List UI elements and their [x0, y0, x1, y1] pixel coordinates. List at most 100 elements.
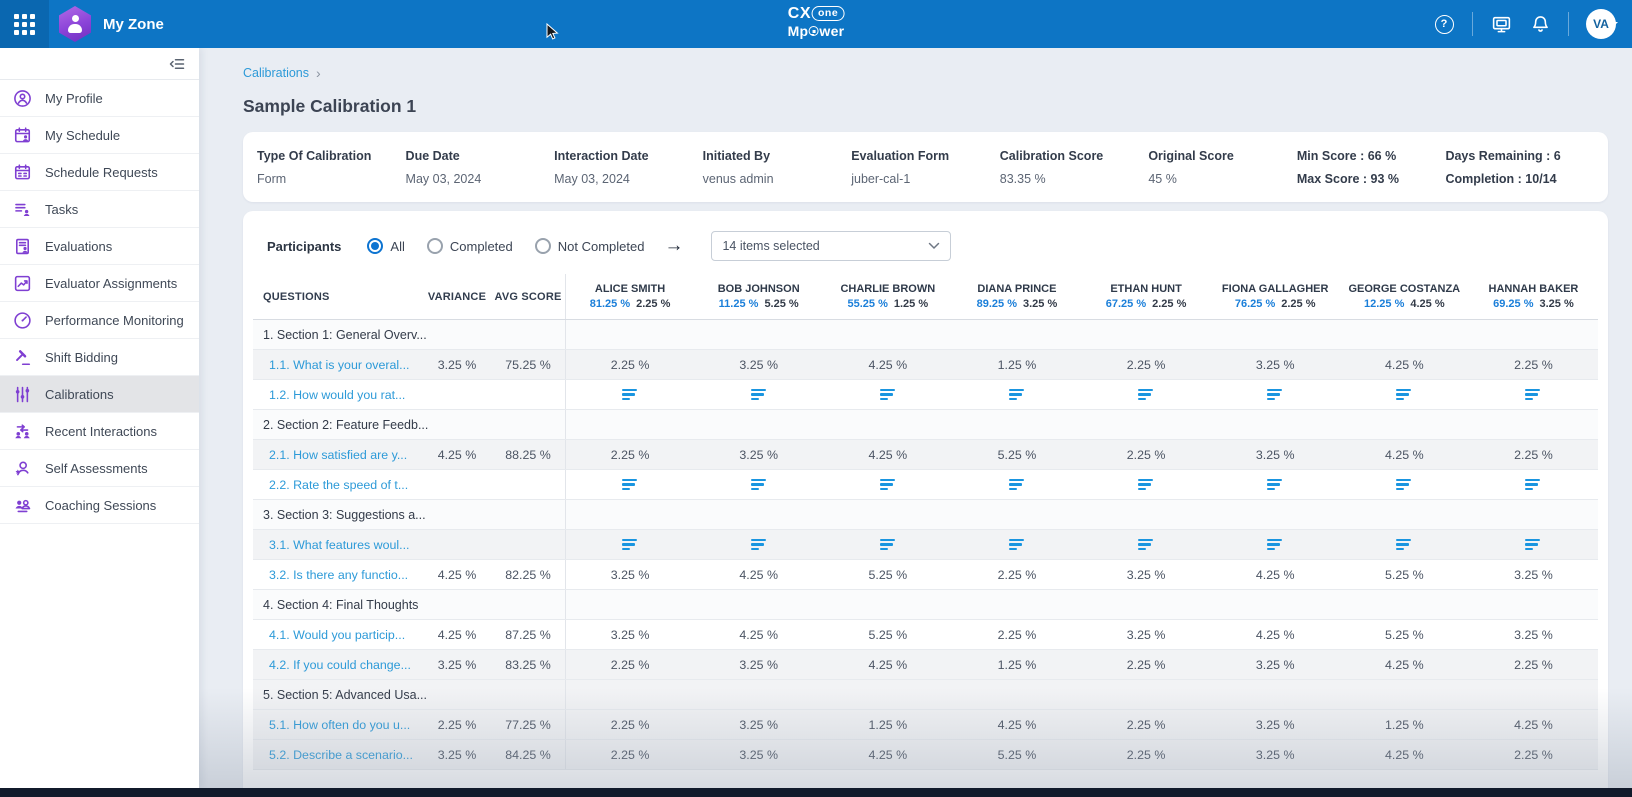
- question-link[interactable]: 2.2. Rate the speed of t...: [253, 470, 423, 499]
- participant-header-alice-smith[interactable]: ALICE SMITH81.25 %2.25 %: [565, 274, 694, 319]
- radio-not-completed[interactable]: Not Completed: [535, 238, 645, 254]
- sidebar-item-coaching-sessions[interactable]: Coaching Sessions: [0, 487, 199, 524]
- text-response-cell[interactable]: [1211, 530, 1340, 559]
- text-response-cell[interactable]: [694, 530, 823, 559]
- question-link[interactable]: 2.1. How satisfied are y...: [253, 440, 423, 469]
- multiselect-value: 14 items selected: [722, 239, 928, 253]
- sidebar-item-self-assessments[interactable]: Self Assessments: [0, 450, 199, 487]
- text-response-cell[interactable]: [1340, 470, 1469, 499]
- text-response-cell[interactable]: [1469, 380, 1598, 409]
- text-response-icon[interactable]: [751, 539, 767, 551]
- text-response-cell[interactable]: [823, 380, 952, 409]
- screen-share-icon[interactable]: [1490, 13, 1512, 35]
- app-launcher-grid-icon[interactable]: [0, 0, 49, 48]
- text-response-cell[interactable]: [952, 380, 1081, 409]
- text-response-icon[interactable]: [1396, 539, 1412, 551]
- score-cell: 4.25 %: [1340, 740, 1469, 769]
- summary-field-evaluation-form: Evaluation Formjuber-cal-1: [851, 149, 1000, 186]
- help-icon[interactable]: ?: [1433, 13, 1455, 35]
- score-cell: 3.25 %: [565, 560, 694, 589]
- text-response-cell[interactable]: [952, 470, 1081, 499]
- text-response-icon[interactable]: [1267, 389, 1283, 401]
- text-response-icon[interactable]: [1009, 389, 1025, 401]
- sidebar-item-calibrations[interactable]: Calibrations: [0, 376, 199, 413]
- summary-field-value: 45 %: [1148, 172, 1297, 186]
- participant-header-charlie-brown[interactable]: CHARLIE BROWN55.25 %1.25 %: [823, 274, 952, 319]
- question-link[interactable]: 4.1. Would you particip...: [253, 620, 423, 649]
- text-response-cell[interactable]: [823, 470, 952, 499]
- text-response-icon[interactable]: [880, 389, 896, 401]
- text-response-cell[interactable]: [1082, 530, 1211, 559]
- text-response-cell[interactable]: [565, 470, 694, 499]
- text-response-icon[interactable]: [1009, 539, 1025, 551]
- text-response-icon[interactable]: [622, 389, 638, 401]
- text-response-cell[interactable]: [565, 380, 694, 409]
- participant-header-bob-johnson[interactable]: BOB JOHNSON11.25 %5.25 %: [694, 274, 823, 319]
- text-response-cell[interactable]: [1082, 470, 1211, 499]
- question-link[interactable]: 5.1. How often do you u...: [253, 710, 423, 739]
- score-cell: 5.25 %: [952, 440, 1081, 469]
- text-response-icon[interactable]: [622, 479, 638, 491]
- participant-header-fiona-gallagher[interactable]: FIONA GALLAGHER76.25 %2.25 %: [1211, 274, 1340, 319]
- question-link[interactable]: 1.1. What is your overal...: [253, 350, 423, 379]
- participant-header-ethan-hunt[interactable]: ETHAN HUNT67.25 %2.25 %: [1082, 274, 1211, 319]
- sidebar-item-my-schedule[interactable]: My Schedule: [0, 117, 199, 154]
- text-response-icon[interactable]: [880, 479, 896, 491]
- text-response-icon[interactable]: [1138, 539, 1154, 551]
- text-response-icon[interactable]: [1525, 389, 1541, 401]
- sidebar-item-shift-bidding[interactable]: Shift Bidding: [0, 339, 199, 376]
- question-link[interactable]: 1.2. How would you rat...: [253, 380, 423, 409]
- sidebar-item-evaluations[interactable]: Evaluations: [0, 228, 199, 265]
- text-response-icon[interactable]: [1267, 479, 1283, 491]
- text-response-icon[interactable]: [751, 389, 767, 401]
- question-link[interactable]: 4.2. If you could change...: [253, 650, 423, 679]
- notifications-bell-icon[interactable]: [1529, 13, 1551, 35]
- sidebar-item-performance-monitoring[interactable]: Performance Monitoring: [0, 302, 199, 339]
- sidebar-item-recent-interactions[interactable]: Recent Interactions: [0, 413, 199, 450]
- text-response-icon[interactable]: [622, 539, 638, 551]
- text-response-icon[interactable]: [1525, 539, 1541, 551]
- text-response-cell[interactable]: [952, 530, 1081, 559]
- text-response-icon[interactable]: [1138, 389, 1154, 401]
- participant-name: CHARLIE BROWN: [840, 283, 935, 295]
- question-link[interactable]: 3.2. Is there any functio...: [253, 560, 423, 589]
- sidebar-item-my-profile[interactable]: My Profile: [0, 80, 199, 117]
- text-response-cell[interactable]: [823, 530, 952, 559]
- question-link[interactable]: 3.1. What features woul...: [253, 530, 423, 559]
- participant-header-george-costanza[interactable]: GEORGE COSTANZA12.25 %4.25 %: [1340, 274, 1469, 319]
- chevron-down-icon: [928, 242, 940, 250]
- sidebar-item-label: Recent Interactions: [45, 424, 157, 439]
- text-response-cell[interactable]: [1211, 470, 1340, 499]
- text-response-icon[interactable]: [880, 539, 896, 551]
- participants-multiselect[interactable]: 14 items selected: [711, 231, 951, 261]
- text-response-icon[interactable]: [751, 479, 767, 491]
- text-response-icon[interactable]: [1009, 479, 1025, 491]
- participant-header-diana-prince[interactable]: DIANA PRINCE89.25 %3.25 %: [952, 274, 1081, 319]
- text-response-cell[interactable]: [1469, 470, 1598, 499]
- text-response-cell[interactable]: [694, 380, 823, 409]
- participant-score: 55.25 %: [848, 298, 888, 310]
- text-response-cell[interactable]: [1340, 380, 1469, 409]
- sidebar-item-tasks[interactable]: Tasks: [0, 191, 199, 228]
- text-response-icon[interactable]: [1138, 479, 1154, 491]
- radio-all[interactable]: All: [367, 238, 404, 254]
- text-response-cell[interactable]: [1469, 530, 1598, 559]
- text-response-cell[interactable]: [1211, 380, 1340, 409]
- text-response-cell[interactable]: [1340, 530, 1469, 559]
- breadcrumb-calibrations-link[interactable]: Calibrations: [243, 66, 309, 80]
- question-link[interactable]: 5.2. Describe a scenario...: [253, 740, 423, 769]
- sidebar-collapse-icon[interactable]: [168, 55, 186, 73]
- radio-completed[interactable]: Completed: [427, 238, 513, 254]
- participant-header-hannah-baker[interactable]: HANNAH BAKER69.25 %3.25 %: [1469, 274, 1598, 319]
- text-response-icon[interactable]: [1396, 389, 1412, 401]
- text-response-cell[interactable]: [694, 470, 823, 499]
- text-response-cell[interactable]: [1082, 380, 1211, 409]
- sidebar-item-evaluator-assignments[interactable]: Evaluator Assignments: [0, 265, 199, 302]
- text-response-icon[interactable]: [1525, 479, 1541, 491]
- sidebar-item-schedule-requests[interactable]: Schedule Requests: [0, 154, 199, 191]
- table-question-row: 4.1. Would you particip...4.25 %87.25 %3…: [253, 620, 1598, 650]
- text-response-cell[interactable]: [565, 530, 694, 559]
- text-response-icon[interactable]: [1267, 539, 1283, 551]
- sidebar-item-label: Shift Bidding: [45, 350, 118, 365]
- text-response-icon[interactable]: [1396, 479, 1412, 491]
